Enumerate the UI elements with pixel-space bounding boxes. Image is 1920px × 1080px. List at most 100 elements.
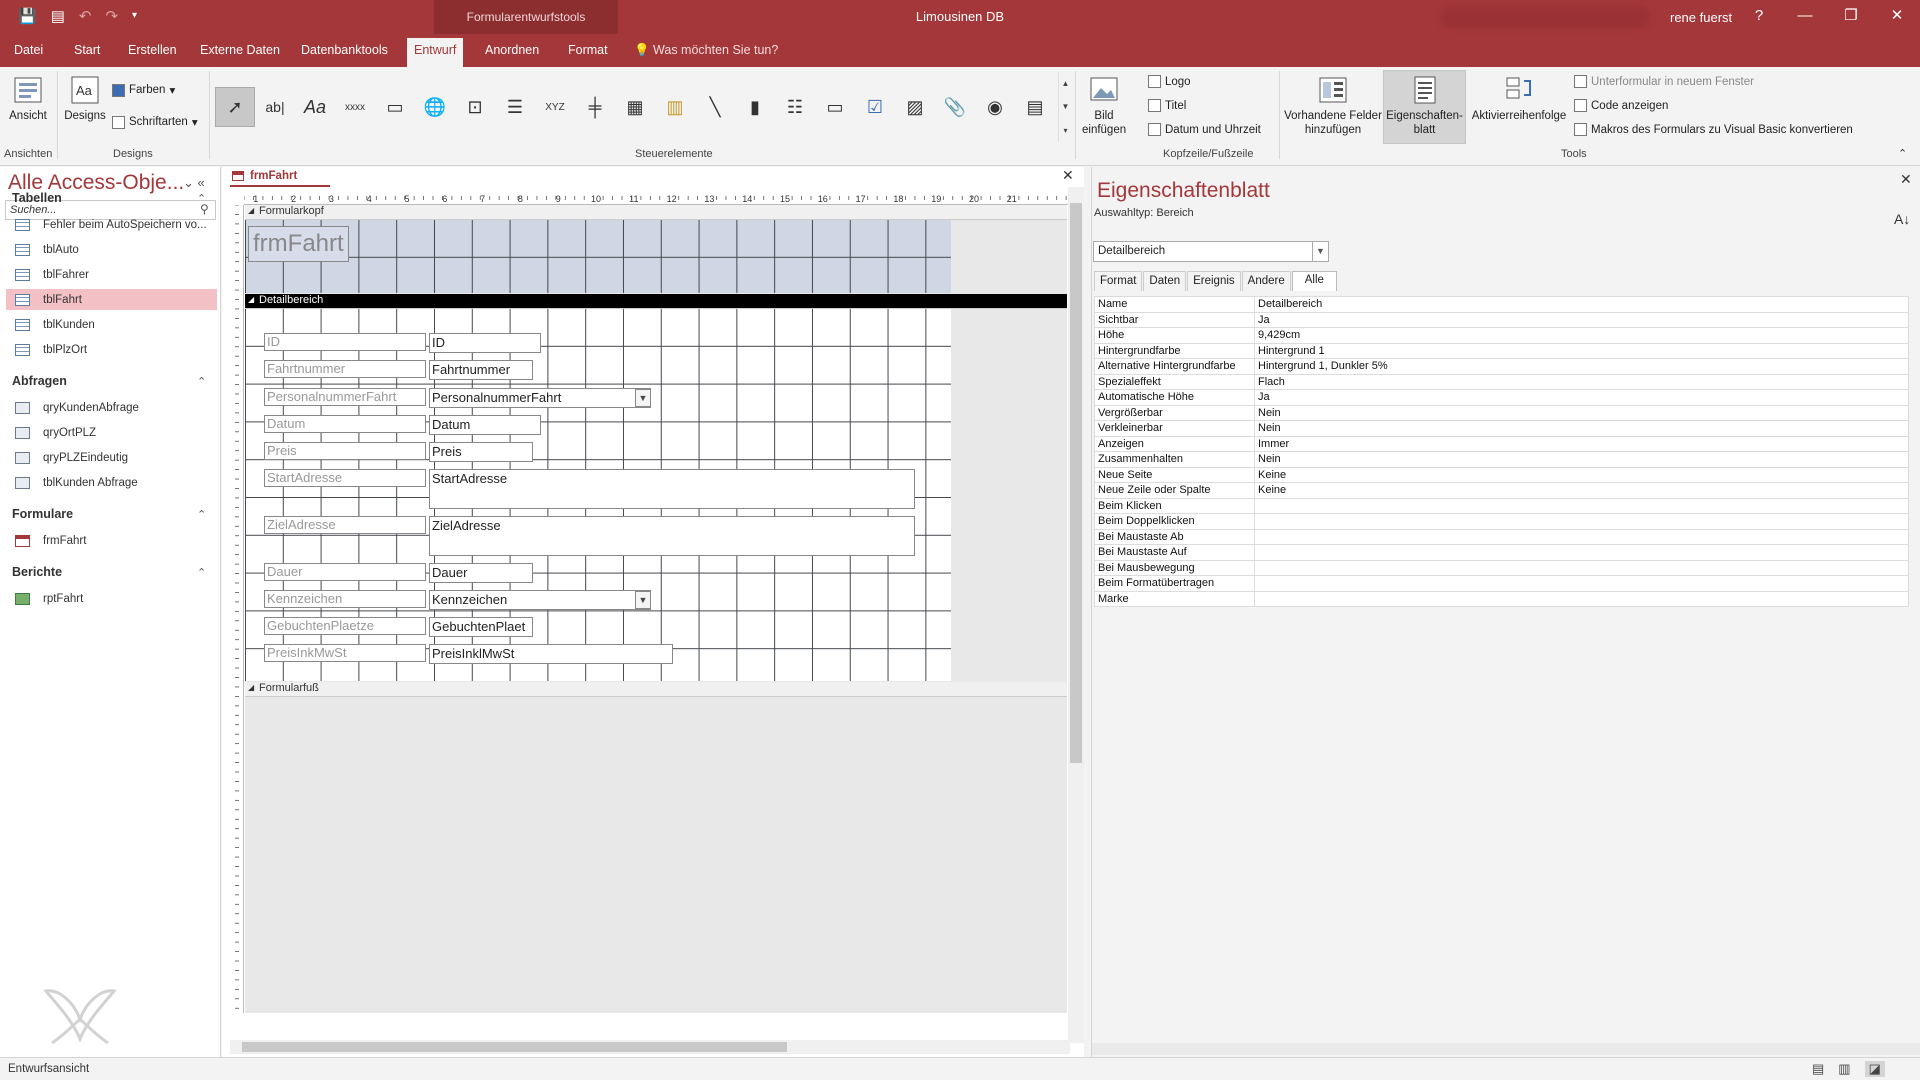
property-row[interactable]: Anzeigen Immer [1094,435,1909,452]
horizontal-scrollbar[interactable] [230,1040,1070,1054]
eigenschaftenblatt-button[interactable]: Eigenschaften-blatt [1384,75,1465,137]
redo-icon[interactable]: ↷ [105,7,118,25]
control-image-icon[interactable]: ▨ [895,87,935,127]
horizontal-scroll-thumb[interactable] [242,1042,787,1052]
section-detail-bar[interactable]: Detailbereich [245,294,1067,309]
property-row[interactable]: Zusammenhalten Nein [1094,451,1909,468]
field-label[interactable]: ZielAdresse [264,516,426,534]
property-row[interactable]: Neue Zeile oder Spalte Keine [1094,482,1909,499]
nav-group-abfragen[interactable]: Abfragen [12,374,67,388]
detail-section[interactable]: ID ID Fahrtnummer Fahrtnummer Personalnummer… [245,309,951,681]
property-value[interactable] [1254,544,1909,561]
nav-item[interactable]: tblPlzOrt [6,339,217,360]
property-row[interactable]: Höhe 9,429cm [1094,327,1909,344]
property-value[interactable]: Flach [1254,373,1909,390]
nav-group-formulare[interactable]: Formulare [12,507,73,521]
field-control[interactable]: GebuchtenPlaet [429,617,533,637]
property-value[interactable]: Nein [1254,420,1909,437]
nav-item[interactable]: tblAuto [6,239,217,260]
property-value[interactable]: Ja [1254,389,1909,406]
property-row[interactable]: Verkleinerbar Nein [1094,420,1909,437]
bild-einfuegen-button[interactable]: Bild einfügen [1082,75,1126,137]
tab-start[interactable]: Start [74,43,100,57]
control-pointer-icon[interactable]: ➚ [215,87,255,127]
property-value[interactable]: Keine [1254,482,1909,499]
property-value[interactable] [1254,559,1909,576]
property-row[interactable]: Alternative Hintergrundfarbe Hintergrund … [1094,358,1909,375]
property-value[interactable] [1254,528,1909,545]
nav-item[interactable]: frmFahrt [6,530,217,551]
property-value[interactable]: Immer [1254,435,1909,452]
tab-format[interactable]: Format [1094,271,1143,291]
control-break-icon[interactable]: ╪ [575,87,615,127]
makros-konvertieren-button[interactable]: Makros des Formulars zu Visual Basic kon… [1574,123,1853,136]
property-row[interactable]: Beim Formatübertragen [1094,575,1909,592]
tab-andere[interactable]: Andere [1241,271,1291,291]
nav-item[interactable]: qryKundenAbfrage [6,397,217,418]
property-row[interactable]: Name Detailbereich [1094,296,1909,313]
property-row[interactable]: Bei Maustaste Ab [1094,528,1909,545]
field-label[interactable]: PersonalnummerFahrt [264,388,426,406]
datum-uhrzeit-button[interactable]: Datum und Uhrzeit [1148,123,1261,136]
field-label[interactable]: Preis [264,442,426,460]
tab-datei[interactable]: Datei [14,43,43,57]
field-control[interactable]: Dauer [429,563,533,583]
property-row[interactable]: Bei Maustaste Auf [1094,544,1909,561]
nav-item[interactable]: rptFahrt [6,588,217,609]
schriftarten-button[interactable]: Schriftarten ▾ [112,115,198,129]
collapse-group-icon[interactable]: ⌃ [197,375,206,388]
tell-me-search[interactable]: 💡 Was möchten Sie tun? [634,43,778,58]
titel-button[interactable]: Titel [1148,99,1186,112]
property-row[interactable]: Vergrößerbar Nein [1094,404,1909,421]
form-view-icon[interactable]: ▤ [51,7,65,25]
field-label[interactable]: PreisInkMwSt [264,644,426,662]
field-control[interactable]: StartAdresse [429,469,915,509]
property-value[interactable]: Nein [1254,404,1909,421]
nav-group-tabellen[interactable]: Tabellen [12,191,62,205]
design-view-icon[interactable]: ◪ [1864,1061,1885,1077]
close-button[interactable]: ✕ [1874,0,1920,34]
field-label[interactable]: Fahrtnummer [264,360,426,378]
field-control[interactable]: PersonalnummerFahrt [429,388,651,408]
combo-dropdown-icon[interactable]: ▼ [635,591,651,609]
logo-button[interactable]: Logo [1148,75,1191,88]
control-combo-icon[interactable]: ▤ [1015,87,1055,127]
vertical-scrollbar[interactable] [1068,187,1084,1043]
control-line-icon[interactable]: ╲ [695,87,735,127]
code-anzeigen-button[interactable]: Code anzeigen [1574,99,1668,112]
unterformular-button[interactable]: Unterformular in neuem Fenster [1574,75,1754,88]
nav-item[interactable]: Fehler beim AutoSpeichern vo... [6,214,217,235]
property-row[interactable]: Sichtbar Ja [1094,311,1909,328]
control-chart-icon[interactable]: ▥ [655,87,695,127]
property-row[interactable]: Automatische Höhe Ja [1094,389,1909,406]
control-option-icon[interactable]: ◉ [975,87,1015,127]
collapse-group-icon[interactable]: ⌃ [197,566,206,579]
section-header-bar[interactable]: Formularkopf [245,205,1067,220]
field-label[interactable]: Datum [264,415,426,433]
control-ab-icon[interactable]: ab| [255,87,295,127]
property-value[interactable] [1254,590,1909,607]
nav-item[interactable]: tblKunden [6,314,217,335]
property-value[interactable] [1254,575,1909,592]
tab-ereignis[interactable]: Ereignis [1187,271,1241,291]
field-label[interactable]: ID [264,333,426,351]
control-aa-icon[interactable]: Aa [295,87,335,127]
control-attach-icon[interactable]: 📎 [935,87,975,127]
field-control[interactable]: PreisInklMwSt [429,644,673,664]
control-subform-icon[interactable]: ▦ [615,87,655,127]
property-value[interactable] [1254,497,1909,514]
field-label[interactable]: GebuchtenPlaetze [264,617,426,635]
form-title-label[interactable]: frmFahrt [248,226,349,262]
document-tab[interactable]: frmFahrt [230,167,330,187]
tab-externe-daten[interactable]: Externe Daten [200,43,280,57]
control-nav-icon[interactable]: ☰ [495,87,535,127]
property-row[interactable]: Neue Seite Keine [1094,466,1909,483]
field-label[interactable]: Kennzeichen [264,590,426,608]
property-row[interactable]: Bei Mausbewegung [1094,559,1909,576]
property-value[interactable]: Nein [1254,451,1909,468]
field-control[interactable]: Kennzeichen [429,590,651,610]
control-web-icon[interactable]: ⊡ [455,87,495,127]
field-label[interactable]: Dauer [264,563,426,581]
property-value[interactable]: 9,429cm [1254,327,1909,344]
vorhandene-felder-button[interactable]: Vorhandene Felder hinzufügen [1284,75,1382,137]
